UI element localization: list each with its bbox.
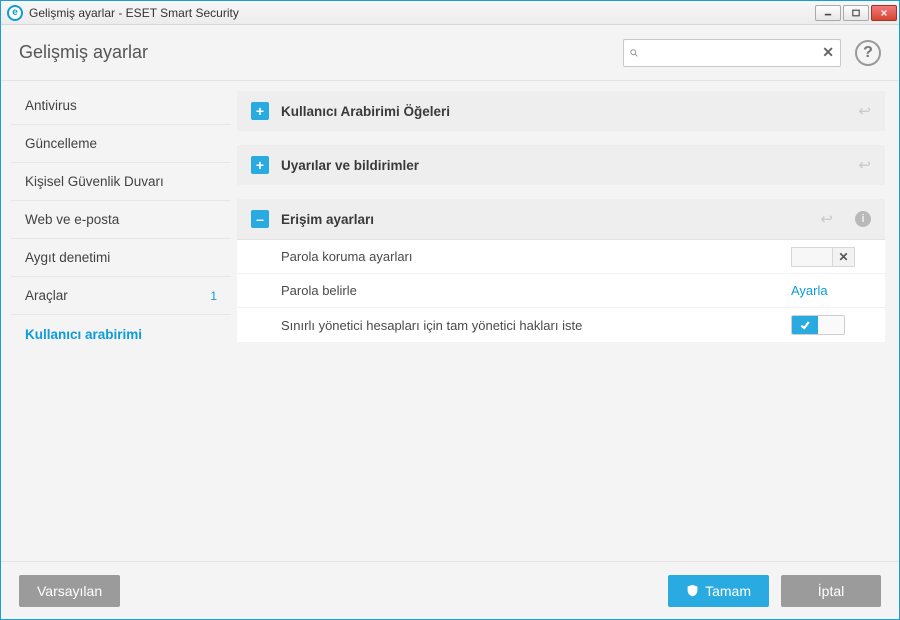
toggle-off-side — [818, 316, 844, 334]
sidebar-item-web-email[interactable]: Web ve e-posta — [11, 201, 231, 239]
panel-title: Uyarılar ve bildirimler — [281, 158, 846, 173]
panel-title: Erişim ayarları — [281, 212, 808, 227]
panel-header-access[interactable]: Erişim ayarları ↩ i — [237, 199, 885, 239]
sidebar-item-label: Antivirus — [25, 98, 77, 113]
panel-access-settings: Erişim ayarları ↩ i Parola koruma ayarla… — [237, 199, 885, 342]
row-label: Parola koruma ayarları — [281, 249, 791, 264]
search-icon — [630, 46, 638, 60]
maximize-button[interactable] — [843, 5, 869, 21]
sidebar-badge: 1 — [210, 289, 217, 303]
sidebar-item-label: Araçlar — [25, 288, 68, 303]
button-label: İptal — [818, 583, 844, 599]
sidebar: Antivirus Güncelleme Kişisel Güvenlik Du… — [1, 81, 231, 561]
content: Kullanıcı Arabirimi Öğeleri ↩ Uyarılar v… — [231, 81, 899, 561]
set-password-link[interactable]: Ayarla — [791, 283, 828, 298]
sidebar-item-antivirus[interactable]: Antivirus — [11, 87, 231, 125]
sidebar-item-label: Kullanıcı arabirimi — [25, 327, 142, 342]
window: e Gelişmiş ayarlar - ESET Smart Security… — [0, 0, 900, 620]
help-button[interactable]: ? — [855, 40, 881, 66]
footer: Varsayılan Tamam İptal — [1, 561, 899, 619]
sidebar-item-update[interactable]: Güncelleme — [11, 125, 231, 163]
ok-button[interactable]: Tamam — [668, 575, 769, 607]
sidebar-item-label: Güncelleme — [25, 136, 97, 151]
row-label: Parola belirle — [281, 283, 791, 298]
admin-rights-control — [791, 315, 871, 335]
password-protection-input[interactable] — [791, 247, 833, 267]
cancel-button[interactable]: İptal — [781, 575, 881, 607]
panel-ui-elements: Kullanıcı Arabirimi Öğeleri ↩ — [237, 91, 885, 131]
sidebar-item-label: Kişisel Güvenlik Duvarı — [25, 174, 164, 189]
header: Gelişmiş ayarlar ✕ ? — [1, 25, 899, 81]
sidebar-item-tools[interactable]: Araçlar 1 — [11, 277, 231, 315]
shield-icon — [686, 584, 699, 597]
reset-icon[interactable]: ↩ — [858, 102, 871, 120]
panel-header-ui-elements[interactable]: Kullanıcı Arabirimi Öğeleri ↩ — [237, 91, 885, 131]
toggle-on-icon — [792, 316, 818, 334]
set-password-control: Ayarla — [791, 283, 871, 298]
password-protection-control: ✕ — [791, 247, 871, 267]
row-admin-rights: Sınırlı yönetici hesapları için tam yöne… — [237, 308, 885, 342]
panel-body-access: Parola koruma ayarları ✕ Parola belirle … — [237, 239, 885, 342]
expand-icon[interactable] — [251, 102, 269, 120]
body: Antivirus Güncelleme Kişisel Güvenlik Du… — [1, 81, 899, 561]
search-clear-icon[interactable]: ✕ — [822, 46, 834, 60]
app-icon: e — [7, 5, 23, 21]
reset-icon[interactable]: ↩ — [858, 156, 871, 174]
page-title: Gelişmiş ayarlar — [19, 42, 609, 63]
reset-icon[interactable]: ↩ — [820, 210, 833, 228]
admin-rights-toggle[interactable] — [791, 315, 845, 335]
collapse-icon[interactable] — [251, 210, 269, 228]
sidebar-item-firewall[interactable]: Kişisel Güvenlik Duvarı — [11, 163, 231, 201]
sidebar-item-device-control[interactable]: Aygıt denetimi — [11, 239, 231, 277]
clear-icon[interactable]: ✕ — [833, 247, 855, 267]
search-input[interactable] — [638, 45, 822, 60]
button-label: Varsayılan — [37, 583, 102, 599]
sidebar-item-label: Aygıt denetimi — [25, 250, 110, 265]
panel-title: Kullanıcı Arabirimi Öğeleri — [281, 104, 846, 119]
row-password-protection: Parola koruma ayarları ✕ — [237, 240, 885, 274]
titlebar: e Gelişmiş ayarlar - ESET Smart Security — [1, 1, 899, 25]
panel-alerts: Uyarılar ve bildirimler ↩ — [237, 145, 885, 185]
minimize-button[interactable] — [815, 5, 841, 21]
default-button[interactable]: Varsayılan — [19, 575, 120, 607]
window-title: Gelişmiş ayarlar - ESET Smart Security — [29, 6, 815, 20]
sidebar-item-user-interface[interactable]: Kullanıcı arabirimi — [11, 315, 231, 353]
info-icon[interactable]: i — [855, 211, 871, 227]
sidebar-item-label: Web ve e-posta — [25, 212, 119, 227]
button-label: Tamam — [705, 583, 751, 599]
row-set-password: Parola belirle Ayarla — [237, 274, 885, 308]
close-button[interactable] — [871, 5, 897, 21]
row-label: Sınırlı yönetici hesapları için tam yöne… — [281, 318, 791, 333]
search-box[interactable]: ✕ — [623, 39, 841, 67]
panel-header-alerts[interactable]: Uyarılar ve bildirimler ↩ — [237, 145, 885, 185]
expand-icon[interactable] — [251, 156, 269, 174]
window-controls — [815, 5, 897, 21]
